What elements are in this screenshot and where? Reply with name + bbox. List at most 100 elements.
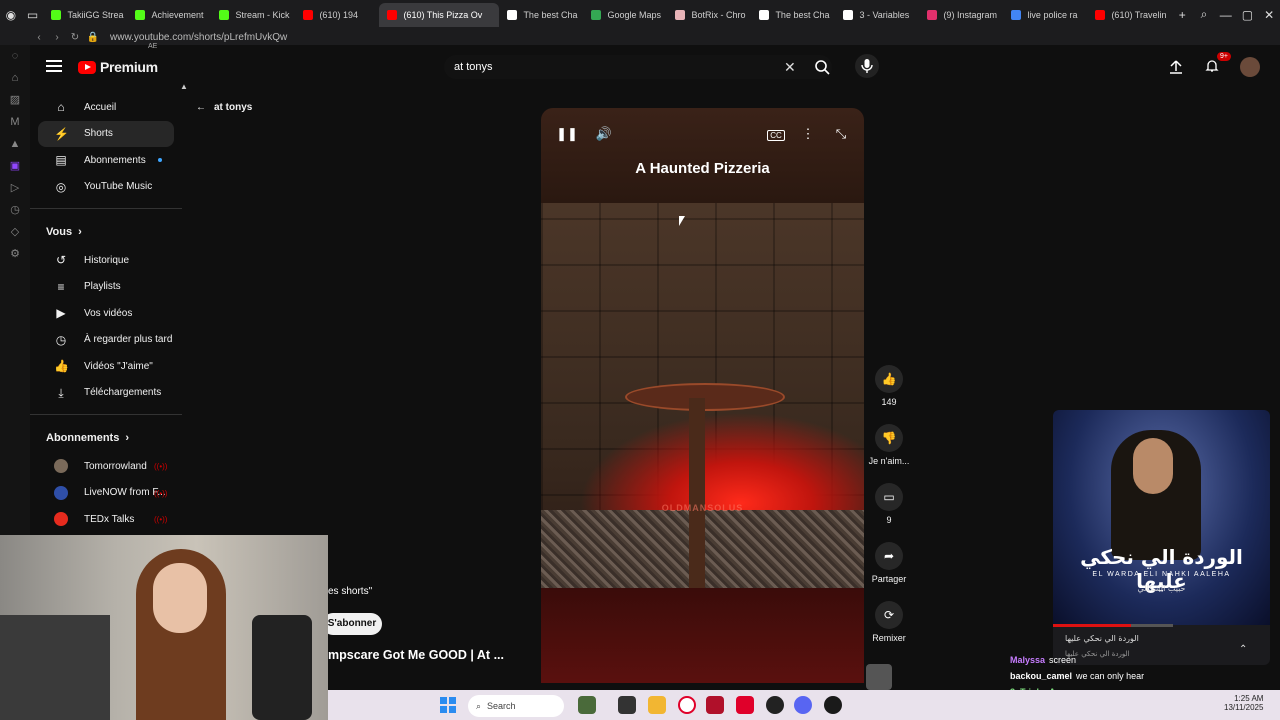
back-nav-icon[interactable]: ‹	[30, 32, 48, 43]
pause-icon[interactable]: ❚❚	[555, 126, 579, 146]
url-field[interactable]: www.youtube.com/shorts/pLrefmUvkQw	[110, 32, 287, 43]
audio-thumbnail[interactable]	[866, 664, 892, 690]
tab-overview-icon[interactable]: ▭	[22, 8, 44, 22]
fullscreen-icon[interactable]: ⤡	[829, 126, 853, 146]
rail-ai-icon[interactable]: ◌	[0, 45, 30, 67]
sidebar-item-label: Accueil	[84, 101, 117, 113]
thumbs-down-icon[interactable]: 👎	[875, 424, 903, 452]
search-back-link[interactable]: ← at tonys	[196, 102, 252, 113]
rail-twitch-icon[interactable]: ▣	[0, 155, 30, 177]
taskbar-app-terminal-icon[interactable]	[618, 696, 636, 714]
sidebar-item-label: YouTube Music	[84, 181, 153, 193]
sidebar-item-liked[interactable]: 👍 Vidéos "J'aime"	[38, 353, 174, 380]
sidebar-item-music[interactable]: ◎ YouTube Music	[38, 174, 174, 201]
browser-menu-icon[interactable]: ◉	[0, 8, 22, 22]
rail-settings-icon[interactable]: ⚙	[0, 243, 30, 265]
windows-start-icon[interactable]	[440, 697, 456, 713]
sidebar-collapse-icon[interactable]: ▲	[180, 82, 188, 91]
sidebar-item-history[interactable]: ↺ Historique	[38, 247, 174, 274]
taskbar-app-folder-icon[interactable]	[648, 696, 666, 714]
rail-app-icon[interactable]: ▲	[0, 133, 30, 155]
taskbar-app-misc-icon[interactable]	[824, 696, 842, 714]
chevron-up-icon[interactable]: ⌃	[1239, 644, 1247, 655]
rail-m-icon[interactable]: M	[0, 111, 30, 133]
sidebar-item-watch-later[interactable]: ◷ À regarder plus tard	[38, 327, 174, 354]
browser-tab[interactable]: BotRix - Chro	[667, 3, 751, 27]
voice-search-icon[interactable]	[855, 54, 879, 78]
youtube-premium-logo[interactable]: Premium	[78, 59, 158, 75]
tab-title: Google Maps	[607, 9, 661, 20]
browser-tab[interactable]: (610) 194	[295, 3, 379, 27]
upload-icon[interactable]	[1168, 59, 1184, 75]
taskbar-app-discord-icon[interactable]	[794, 696, 812, 714]
sidebar-divider	[30, 208, 182, 209]
taskbar-app-obs-icon[interactable]	[766, 696, 784, 714]
tab-favicon-icon	[1095, 9, 1106, 20]
browser-tab[interactable]: Stream - Kick	[211, 3, 295, 27]
taskbar-clock[interactable]: 1:25 AM 13/11/2025	[1224, 694, 1263, 712]
sidebar-subscription-item[interactable]: TEDx Talks ((•))	[38, 506, 174, 533]
taskbar-app-red-icon[interactable]	[736, 696, 754, 714]
forward-nav-icon[interactable]: ›	[48, 32, 66, 43]
comment-icon[interactable]: ▭	[875, 483, 903, 511]
account-avatar[interactable]	[1240, 57, 1260, 77]
chat-text: screen	[1049, 655, 1077, 665]
browser-tab[interactable]: Google Maps	[583, 3, 667, 27]
browser-tab[interactable]: TakiiGG Strea	[43, 3, 127, 27]
clear-search-icon[interactable]: ✕	[784, 59, 796, 76]
reload-icon[interactable]: ↻	[66, 32, 84, 43]
tab-favicon-icon	[507, 9, 518, 20]
taskbar-app-game-icon[interactable]	[578, 696, 596, 714]
tab-favicon-icon	[927, 9, 938, 20]
captions-icon[interactable]: CC	[764, 126, 788, 146]
shorts-player[interactable]: ❚❚ 🔊 CC ⋮ ⤡ A Haunted Pizzeria OLDMANSOL…	[541, 108, 864, 683]
sidebar-item-home[interactable]: ⌂ Accueil	[38, 94, 174, 121]
channel-avatar	[54, 485, 68, 500]
menu-icon[interactable]	[46, 60, 62, 72]
remix-icon[interactable]: ⟳	[875, 601, 903, 629]
video-title[interactable]: mpscare Got Me GOOD | At ...	[328, 648, 504, 662]
subscribe-button[interactable]: S'abonner	[322, 613, 382, 635]
sidebar-subs-heading[interactable]: Abonnements ›	[30, 423, 182, 453]
notifications-button[interactable]: 9+	[1204, 51, 1231, 77]
sidebar-you-heading[interactable]: Vous ›	[30, 217, 182, 247]
singer-face	[1133, 438, 1173, 494]
taskbar-app-opera-icon[interactable]	[678, 696, 696, 714]
browser-tab[interactable]: (9) Instagram	[919, 3, 1003, 27]
sidebar-item-your-videos[interactable]: ▶ Vos vidéos	[38, 300, 174, 327]
sidebar-item-label: Playlists	[84, 281, 121, 293]
browser-tab[interactable]: live police ra	[1003, 3, 1087, 27]
maximize-button[interactable]: ▢	[1237, 8, 1259, 22]
search-icon[interactable]	[809, 55, 835, 79]
thumbs-up-icon[interactable]: 👍	[875, 365, 903, 393]
new-tab-button[interactable]: +	[1171, 8, 1193, 22]
taskbar-app-x-icon[interactable]	[706, 696, 724, 714]
search-input[interactable]: at tonys ✕	[444, 55, 832, 79]
rail-bag-icon[interactable]: ⌂	[0, 67, 30, 89]
tab-title: 3 - Variables	[859, 9, 910, 20]
browser-tab[interactable]: Achievement	[127, 3, 211, 27]
more-options-icon[interactable]: ⋮	[796, 126, 820, 146]
browser-tab[interactable]: 3 - Variables	[835, 3, 919, 27]
share-icon[interactable]: ➦	[875, 542, 903, 570]
rail-player-icon[interactable]: ▷	[0, 177, 30, 199]
minimize-button[interactable]: —	[1215, 8, 1237, 22]
sidebar-item-subscriptions[interactable]: ▤ Abonnements	[38, 147, 174, 174]
browser-tab[interactable]: The best Cha	[751, 3, 835, 27]
rail-history-icon[interactable]: ◷	[0, 199, 30, 221]
browser-tab[interactable]: (610) Travelin	[1087, 3, 1171, 27]
search-tabs-icon[interactable]: ⌕	[1193, 7, 1215, 22]
browser-tab[interactable]: (610) This Pizza Ov	[379, 2, 500, 27]
sidebar-item-shorts[interactable]: ⚡ Shorts	[38, 120, 174, 147]
sidebar-item-playlists[interactable]: ≡ Playlists	[38, 274, 174, 301]
browser-tab[interactable]: The best Cha	[499, 3, 583, 27]
rail-image-icon[interactable]: ▨	[0, 89, 30, 111]
sidebar-subscription-item[interactable]: Tomorrowland ((•))	[38, 453, 174, 480]
taskbar-search[interactable]: ⌕ Search	[468, 695, 564, 717]
rail-cube-icon[interactable]: ◇	[0, 221, 30, 243]
close-window-button[interactable]: ✕	[1258, 8, 1280, 22]
sidebar-item-downloads[interactable]: ⤓ Téléchargements	[38, 380, 174, 407]
volume-icon[interactable]: 🔊	[592, 126, 616, 146]
sidebar-subscription-item[interactable]: LiveNOW from F... ((•))	[38, 480, 174, 507]
channel-avatar	[54, 459, 68, 474]
